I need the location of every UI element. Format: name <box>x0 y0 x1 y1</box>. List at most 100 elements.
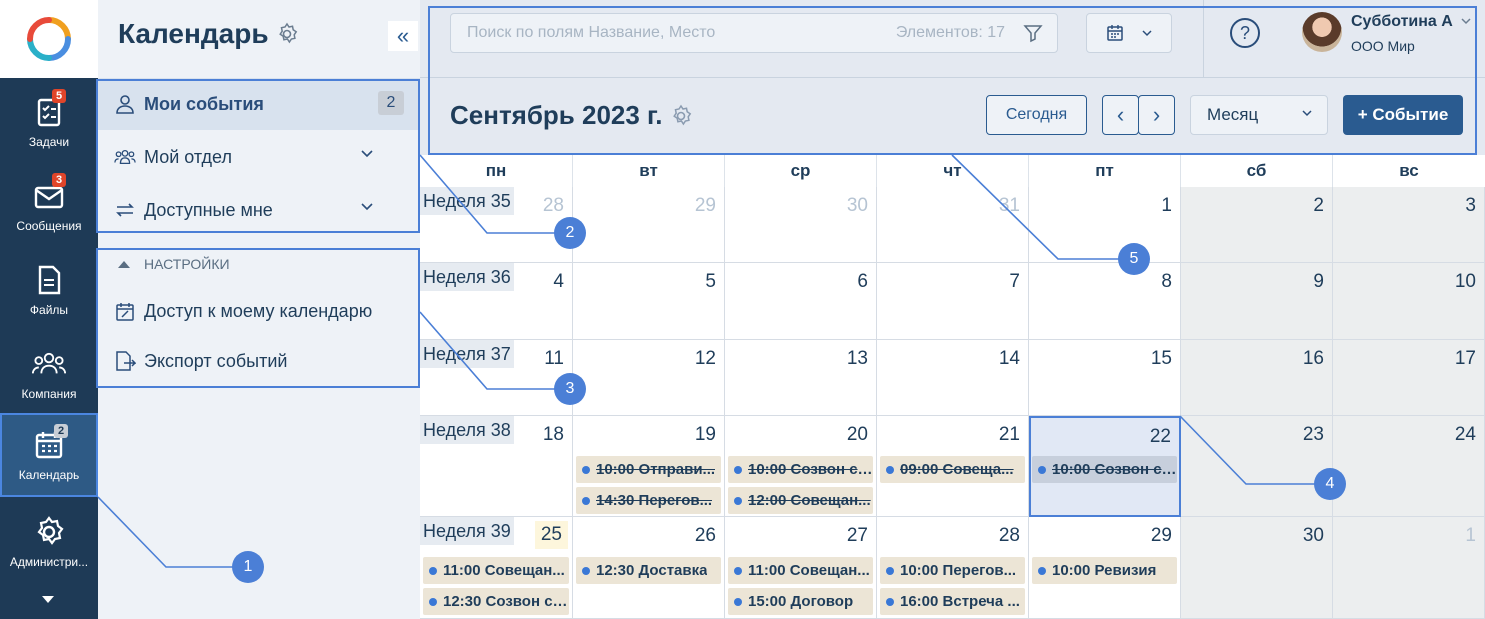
day-cell[interactable]: Неделя 38 18 <box>420 416 573 517</box>
day-number: 29 <box>694 195 716 216</box>
day-cell[interactable]: 24 <box>1333 416 1485 517</box>
day-cell[interactable]: 10 <box>1333 263 1485 340</box>
day-number: 24 <box>1454 424 1476 445</box>
day-number: 2 <box>1313 195 1324 216</box>
day-cell[interactable]: 1 <box>1029 187 1181 263</box>
week-label[interactable]: Неделя 37 <box>420 340 514 368</box>
day-number: 28 <box>542 195 564 216</box>
event-chip[interactable]: 12:30 Доставка <box>576 557 721 584</box>
day-cell[interactable]: 12 <box>573 340 725 416</box>
event-chip[interactable]: 12:30 Созвон с ... <box>423 588 569 615</box>
rail-item-label: Администри... <box>9 555 89 569</box>
highlight-calendars <box>96 79 420 233</box>
app-logo[interactable] <box>0 0 98 78</box>
day-number: 30 <box>1302 525 1324 546</box>
day-number: 16 <box>1302 348 1324 369</box>
day-cell[interactable]: 3 <box>1333 187 1485 263</box>
event-chip[interactable]: 10:00 Созвон с ... <box>1032 456 1177 483</box>
weekday-header: пт <box>1029 155 1181 187</box>
day-cell[interactable]: 15 <box>1029 340 1181 416</box>
week-label[interactable]: Неделя 38 <box>420 416 514 444</box>
day-number: 1 <box>1465 525 1476 546</box>
gear-icon <box>37 516 64 545</box>
week-label[interactable]: Неделя 35 <box>420 187 514 215</box>
event-dot-icon <box>886 465 894 474</box>
calendar-badge: 2 <box>54 424 69 438</box>
weekday-header: чт <box>877 155 1029 187</box>
highlight-toolbar <box>428 6 1477 155</box>
day-cell[interactable]: 16 <box>1181 340 1333 416</box>
day-cell[interactable]: Неделя 37 11 <box>420 340 573 416</box>
day-number: 21 <box>998 424 1020 445</box>
highlight-settings <box>96 248 420 388</box>
day-cell[interactable]: 13 <box>725 340 877 416</box>
callout-4: 4 <box>1314 468 1346 500</box>
event-chip[interactable]: 09:00 Совеща... <box>880 456 1025 483</box>
day-cell[interactable]: 6 <box>725 263 877 340</box>
day-cell[interactable]: 8 <box>1029 263 1181 340</box>
day-cell[interactable]: 31 <box>877 187 1029 263</box>
event-dot-icon <box>886 597 894 606</box>
event-chip[interactable]: 10:00 Ревизия <box>1032 557 1177 584</box>
rail-item-admin[interactable]: Администри... <box>0 500 98 584</box>
event-chip[interactable]: 10:00 Созвон с ... <box>728 456 873 483</box>
day-number: 31 <box>998 195 1020 216</box>
day-cell[interactable]: 29 <box>573 187 725 263</box>
day-cell[interactable]: 1 <box>1333 517 1485 619</box>
event-dot-icon <box>734 465 742 474</box>
event-chip[interactable]: 14:30 Перегов... <box>576 487 721 514</box>
day-cell[interactable]: 30 <box>1181 517 1333 619</box>
rail-item-label: Сообщения <box>16 219 82 233</box>
event-chip[interactable]: 15:00 Договор <box>728 588 873 615</box>
event-dot-icon <box>582 566 590 575</box>
day-number: 22 <box>1149 426 1171 447</box>
rail-expand-icon[interactable] <box>42 596 54 603</box>
event-chip[interactable]: 10:00 Перегов... <box>880 557 1025 584</box>
collapse-sidebar-button[interactable]: « <box>388 21 418 51</box>
day-number: 18 <box>542 424 564 445</box>
day-cell[interactable]: 9 <box>1181 263 1333 340</box>
rail-item-company[interactable]: Компания <box>0 332 98 416</box>
event-title: 10:00 Ревизия <box>1052 562 1157 579</box>
event-dot-icon <box>734 496 742 505</box>
day-cell[interactable]: 14 <box>877 340 1029 416</box>
event-dot-icon <box>582 496 590 505</box>
day-number: 20 <box>846 424 868 445</box>
rail-item-files[interactable]: Файлы <box>0 248 98 332</box>
day-cell[interactable]: 2 <box>1181 187 1333 263</box>
event-chip[interactable]: 12:00 Совещан... <box>728 487 873 514</box>
day-number: 17 <box>1454 348 1476 369</box>
event-dot-icon <box>429 566 437 575</box>
rail-item-tasks[interactable]: 5 Задачи <box>0 80 98 164</box>
event-dot-icon <box>734 566 742 575</box>
week-label[interactable]: Неделя 36 <box>420 263 514 291</box>
event-chip[interactable]: 11:00 Совещан... <box>423 557 569 584</box>
day-number: 3 <box>1465 195 1476 216</box>
day-cell[interactable]: 17 <box>1333 340 1485 416</box>
gear-icon[interactable] <box>275 22 299 46</box>
event-title: 10:00 Созвон с ... <box>748 461 873 478</box>
event-chip[interactable]: 16:00 Встреча ... <box>880 588 1025 615</box>
event-title: 11:00 Совещан... <box>748 562 870 579</box>
event-title: 10:00 Перегов... <box>900 562 1017 579</box>
event-title: 14:30 Перегов... <box>596 492 713 509</box>
day-cell[interactable]: 5 <box>573 263 725 340</box>
day-cell[interactable]: 30 <box>725 187 877 263</box>
week-label[interactable]: Неделя 39 <box>420 517 514 545</box>
day-cell[interactable]: Неделя 36 4 <box>420 263 573 340</box>
event-title: 16:00 Встреча ... <box>900 593 1020 610</box>
event-title: 12:30 Доставка <box>596 562 708 579</box>
event-title: 10:00 Отправи... <box>596 461 716 478</box>
rail-item-label: Задачи <box>28 135 70 149</box>
day-cell[interactable]: 7 <box>877 263 1029 340</box>
event-title: 12:30 Созвон с ... <box>443 593 569 610</box>
event-chip[interactable]: 11:00 Совещан... <box>728 557 873 584</box>
day-cell[interactable]: 23 <box>1181 416 1333 517</box>
rail-item-messages[interactable]: 3 Сообщения <box>0 164 98 248</box>
day-number: 14 <box>998 348 1020 369</box>
rail-item-calendar[interactable]: 2 Календарь <box>0 413 98 497</box>
event-chip[interactable]: 10:00 Отправи... <box>576 456 721 483</box>
day-cell[interactable]: Неделя 35 28 <box>420 187 573 263</box>
messages-badge: 3 <box>52 173 67 187</box>
app-rail: 5 Задачи 3 Сообщения Файлы Компания 2 Ка… <box>0 0 98 619</box>
